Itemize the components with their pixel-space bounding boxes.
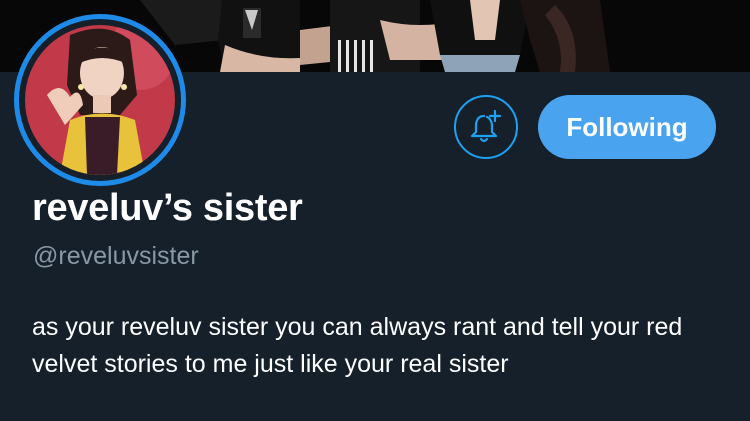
following-button[interactable]: Following: [538, 95, 716, 159]
avatar-photo: [25, 25, 175, 175]
profile-display-name: reveluv’s sister: [32, 187, 303, 229]
avatar[interactable]: [14, 14, 186, 186]
notifications-bell-button[interactable]: [454, 95, 518, 159]
profile-bio: as your reveluv sister you can always ra…: [32, 313, 683, 378]
profile-handle: @reveluvsister: [33, 242, 199, 270]
